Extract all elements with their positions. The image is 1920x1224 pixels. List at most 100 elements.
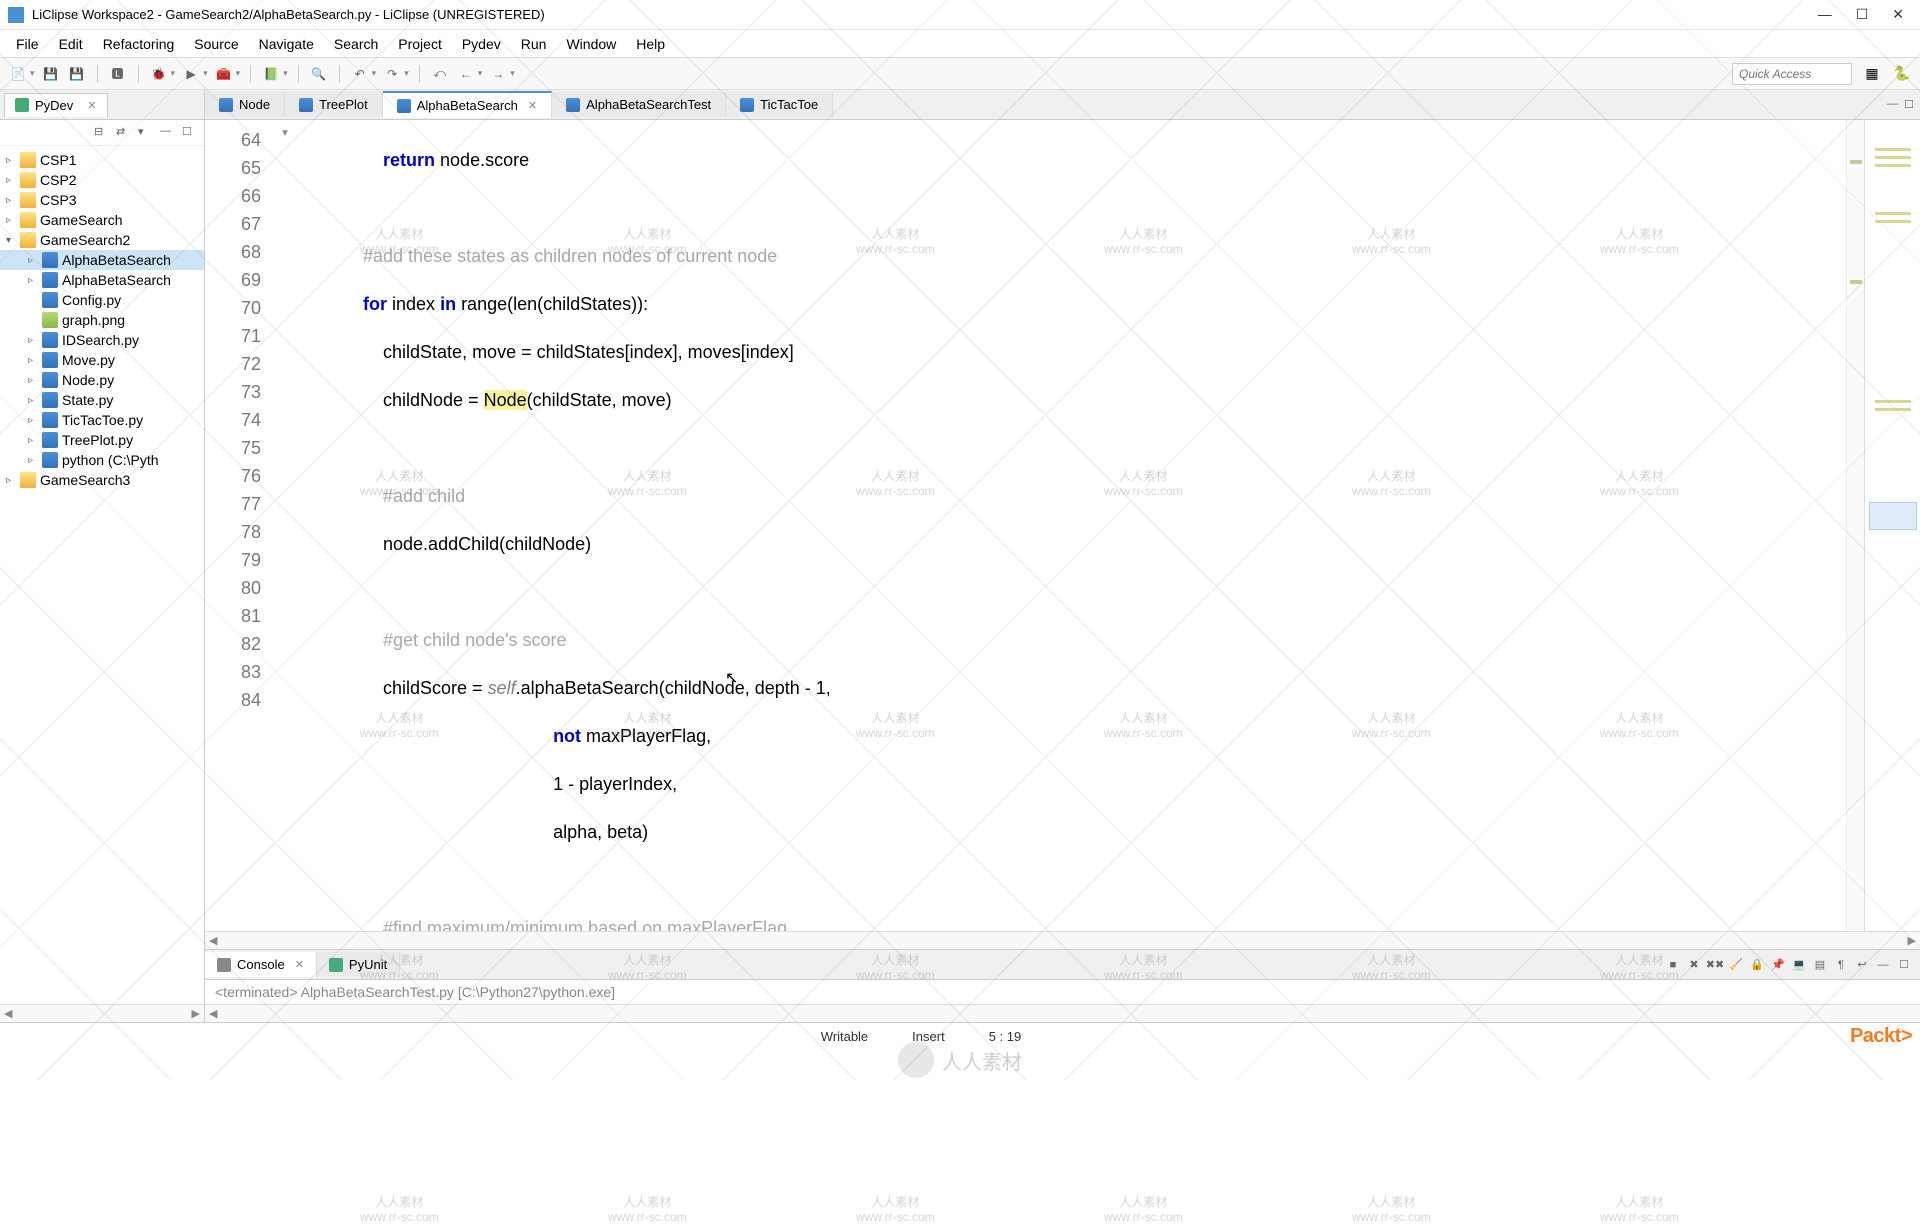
editor-tab-alphabetasearchtest[interactable]: AlphaBetaSearchTest (552, 92, 726, 117)
next-annotation-button[interactable]: ↷ (382, 64, 402, 84)
minimize-view-button[interactable]: — (160, 125, 176, 141)
tree-item-alphabetasearch[interactable]: ▹AlphaBetaSearch (0, 250, 204, 270)
scroll-left-button[interactable]: ◀ (4, 1007, 12, 1020)
prev-ann-dropdown[interactable]: ▾ (372, 68, 377, 79)
menu-window[interactable]: Window (558, 36, 624, 52)
search-button[interactable]: 🔍 (309, 64, 329, 84)
next-ann-dropdown[interactable]: ▾ (404, 68, 409, 79)
scroll-right-button[interactable]: ▶ (1908, 934, 1916, 947)
line-number[interactable]: 82 (205, 630, 275, 658)
line-number[interactable]: 68 (205, 238, 275, 266)
back-button[interactable]: ← (456, 64, 476, 84)
expand-icon[interactable]: ▹ (6, 195, 20, 206)
line-number[interactable]: 78 (205, 518, 275, 546)
clear-console-button[interactable]: 🧹 (1728, 957, 1744, 973)
line-number[interactable]: 84 (205, 686, 275, 714)
link-editor-button[interactable]: ⇄ (116, 125, 132, 141)
run-button[interactable]: ▶ (181, 64, 201, 84)
minimize-editor-button[interactable]: — (1887, 98, 1898, 111)
tree-item-graph-png[interactable]: graph.png (0, 310, 204, 330)
prev-annotation-button[interactable]: ↶ (350, 64, 370, 84)
quick-access-input[interactable] (1732, 63, 1852, 85)
line-number[interactable]: 79 (205, 546, 275, 574)
minimap[interactable] (1864, 120, 1920, 931)
line-number[interactable]: 71 (205, 322, 275, 350)
menu-refactoring[interactable]: Refactoring (95, 36, 183, 52)
debug-button[interactable]: 🐞 (149, 64, 169, 84)
pydev-perspective-button[interactable]: 🐍 (1892, 64, 1912, 84)
expand-icon[interactable]: ▹ (28, 355, 42, 366)
scroll-right-button[interactable]: ▶ (192, 1007, 200, 1020)
line-number[interactable]: 81 (205, 602, 275, 630)
line-number[interactable]: 77 (205, 490, 275, 518)
new-dropdown[interactable]: ▾ (30, 68, 35, 79)
expand-icon[interactable]: ▹ (28, 335, 42, 346)
expand-icon[interactable]: ▹ (6, 175, 20, 186)
tree-item-move-py[interactable]: ▹Move.py (0, 350, 204, 370)
menu-edit[interactable]: Edit (51, 36, 91, 52)
editor-tab-alphabetasearch[interactable]: AlphaBetaSearch✕ (383, 91, 552, 118)
console-tab-console[interactable]: Console✕ (205, 952, 317, 977)
scroll-left-button[interactable]: ◀ (209, 934, 217, 947)
line-number[interactable]: 72 (205, 350, 275, 378)
maximize-view-button[interactable]: ☐ (182, 125, 198, 141)
view-menu-button[interactable]: ▾ (138, 125, 154, 141)
tree-item-csp3[interactable]: ▹CSP3 (0, 190, 204, 210)
line-number[interactable]: 76 (205, 462, 275, 490)
run-dropdown[interactable]: ▾ (203, 68, 208, 79)
tree-item-tictactoe-py[interactable]: ▹TicTacToe.py (0, 410, 204, 430)
last-edit-button[interactable]: ⤺ (430, 64, 450, 84)
forward-button[interactable]: → (488, 64, 508, 84)
forward-dropdown[interactable]: ▾ (510, 68, 515, 79)
expand-icon[interactable]: ▹ (28, 275, 42, 286)
menu-pydev[interactable]: Pydev (454, 36, 509, 52)
show-whitespace-button[interactable]: ¶ (1833, 957, 1849, 973)
menu-run[interactable]: Run (513, 36, 555, 52)
expand-icon[interactable]: ▹ (28, 255, 42, 266)
line-number[interactable]: 80 (205, 574, 275, 602)
close-icon[interactable]: ✕ (87, 99, 96, 112)
menu-navigate[interactable]: Navigate (251, 36, 322, 52)
tree-item-alphabetasearch[interactable]: ▹AlphaBetaSearch (0, 270, 204, 290)
expand-icon[interactable]: ▹ (28, 375, 42, 386)
pin-console-button[interactable]: 📌 (1770, 957, 1786, 973)
line-number[interactable]: 65 (205, 154, 275, 182)
tree-item-gamesearch2[interactable]: ▾GameSearch2 (0, 230, 204, 250)
code-editor[interactable]: return node.score #add these states as c… (295, 120, 1846, 931)
expand-icon[interactable]: ▹ (28, 415, 42, 426)
tree-item-gamesearch3[interactable]: ▹GameSearch3 (0, 470, 204, 490)
line-number[interactable]: 74 (205, 406, 275, 434)
line-number[interactable]: 69 (205, 266, 275, 294)
word-wrap-button[interactable]: ↩ (1854, 957, 1870, 973)
expand-icon[interactable]: ▹ (6, 155, 20, 166)
scroll-left-button[interactable]: ◀ (209, 1007, 217, 1020)
collapse-all-button[interactable]: ⊟ (94, 125, 110, 141)
minimize-console-button[interactable]: — (1875, 957, 1891, 973)
tree-item-python-c-pyth[interactable]: ▹python (C:\Pyth (0, 450, 204, 470)
line-number[interactable]: 73 (205, 378, 275, 406)
save-all-button[interactable]: 💾 (67, 64, 87, 84)
line-number[interactable]: 67 (205, 210, 275, 238)
editor-tab-tictactoe[interactable]: TicTacToe (726, 92, 833, 117)
expand-icon[interactable]: ▹ (28, 455, 42, 466)
tree-item-csp1[interactable]: ▹CSP1 (0, 150, 204, 170)
expand-icon[interactable]: ▹ (28, 395, 42, 406)
tree-item-gamesearch[interactable]: ▹GameSearch (0, 210, 204, 230)
horizontal-scrollbar[interactable]: ◀ ▶ (205, 931, 1920, 949)
line-number-gutter[interactable]: 6465666768697071727374757677787980818283… (205, 120, 275, 931)
line-number[interactable]: 66 (205, 182, 275, 210)
editor-tab-node[interactable]: Node (205, 92, 285, 117)
pydev-perspective-tab[interactable]: PyDev ✕ (4, 93, 108, 117)
new-module-dropdown[interactable]: ▾ (283, 68, 288, 79)
liclipse-button[interactable]: 🅻 (108, 64, 128, 84)
remove-launch-button[interactable]: ✖ (1686, 957, 1702, 973)
menu-source[interactable]: Source (186, 36, 246, 52)
close-tab-button[interactable]: ✕ (528, 99, 537, 112)
ext-tools-dropdown[interactable]: ▾ (236, 68, 241, 79)
expand-icon[interactable]: ▹ (6, 475, 20, 486)
menu-project[interactable]: Project (390, 36, 450, 52)
line-number[interactable]: 83 (205, 658, 275, 686)
ext-tools-button[interactable]: 🧰 (214, 64, 234, 84)
close-button[interactable]: ✕ (1892, 6, 1904, 23)
tree-item-idsearch-py[interactable]: ▹IDSearch.py (0, 330, 204, 350)
